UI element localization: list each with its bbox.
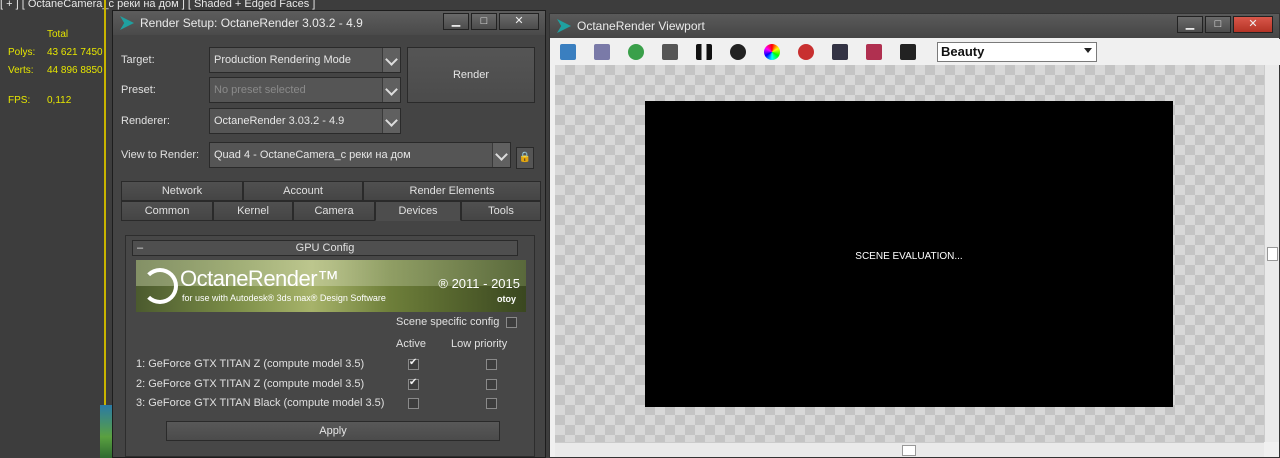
tab-network[interactable]: Network	[121, 181, 243, 201]
chevron-down-icon	[382, 48, 400, 72]
scene-specific-config-checkbox[interactable]	[506, 317, 517, 328]
minimize-button[interactable]: ▁	[1177, 16, 1203, 33]
chevron-down-icon	[492, 143, 510, 167]
chevron-down-icon	[1080, 43, 1096, 61]
apply-button[interactable]: Apply	[166, 421, 500, 441]
otoy-logo: otoy	[497, 294, 516, 304]
device-3-low-priority-checkbox[interactable]	[486, 398, 497, 409]
camera-icon[interactable]	[900, 44, 916, 60]
preset-dropdown[interactable]: No preset selected	[209, 77, 401, 103]
render-canvas[interactable]: SCENE EVALUATION...	[555, 65, 1264, 442]
octane-viewport-titlebar[interactable]: OctaneRender Viewport ▁ □ ✕	[550, 14, 1279, 38]
renderer-value: OctaneRender 3.03.2 - 4.9	[214, 115, 345, 127]
tab-tools[interactable]: Tools	[461, 201, 541, 221]
verts-value: 44 896 8850	[47, 65, 103, 76]
polys-label: Polys:	[8, 47, 36, 58]
banner-years: ® 2011 - 2015	[438, 276, 520, 291]
view-to-render-value: Quad 4 - OctaneCamera_с реки на дом	[214, 149, 411, 161]
viewport-border	[104, 0, 106, 458]
af-icon[interactable]	[730, 44, 746, 60]
gpu-config-title: GPU Config	[295, 242, 355, 254]
max-logo-icon	[120, 16, 134, 30]
pause-icon[interactable]	[696, 44, 712, 60]
octane-viewport-window: OctaneRender Viewport ▁ □ ✕ Beauty SCENE…	[549, 13, 1280, 458]
lock-icon[interactable]	[662, 44, 678, 60]
horizontal-scrollbar[interactable]	[555, 442, 1264, 457]
render-image[interactable]: SCENE EVALUATION...	[645, 101, 1173, 407]
tab-kernel[interactable]: Kernel	[213, 201, 293, 221]
collapse-icon: –	[137, 242, 144, 254]
polys-value: 43 621 7450	[47, 47, 103, 58]
chevron-down-icon	[382, 109, 400, 133]
tab-camera[interactable]: Camera	[293, 201, 375, 221]
scene-specific-config-label: Scene specific config	[396, 316, 500, 328]
view-to-render-dropdown[interactable]: Quad 4 - OctaneCamera_с реки на дом	[209, 142, 511, 168]
color-picker-icon[interactable]	[764, 44, 780, 60]
render-button[interactable]: Render	[407, 47, 535, 103]
horizontal-scroll-thumb[interactable]	[902, 445, 916, 456]
renderer-dropdown[interactable]: OctaneRender 3.03.2 - 4.9	[209, 108, 401, 134]
gpu-config-panel: – GPU Config OctaneRender™ for use with …	[125, 235, 535, 457]
lock-icon: 🔒	[518, 152, 532, 163]
device-3-label: 3: GeForce GTX TITAN Black (compute mode…	[136, 397, 385, 409]
clipboard-icon[interactable]	[594, 44, 610, 60]
view-to-render-label: View to Render:	[121, 149, 200, 161]
preset-label: Preset:	[121, 84, 156, 96]
renderer-label: Renderer:	[121, 115, 170, 127]
col-active-header: Active	[396, 338, 426, 350]
tab-account[interactable]: Account	[243, 181, 363, 201]
tab-devices[interactable]: Devices	[375, 201, 461, 221]
vertical-scroll-thumb[interactable]	[1267, 247, 1278, 261]
save-icon[interactable]	[560, 44, 576, 60]
viewport-label[interactable]: [ + ] [ OctaneCamera_с реки на дом ] [ S…	[0, 0, 315, 10]
device-3-active-checkbox[interactable]	[408, 398, 419, 409]
preset-value: No preset selected	[214, 84, 306, 96]
stats-total-label: Total	[47, 29, 69, 40]
device-2-low-priority-checkbox[interactable]	[486, 379, 497, 390]
fps-label: FPS:	[8, 95, 31, 106]
maximize-button[interactable]: □	[471, 13, 497, 30]
viewport-toolbar: Beauty	[550, 39, 1280, 65]
vertical-scrollbar[interactable]	[1264, 65, 1279, 442]
device-1-active-checkbox[interactable]	[408, 357, 419, 370]
render-setup-titlebar[interactable]: Render Setup: OctaneRender 3.03.2 - 4.9 …	[113, 11, 545, 35]
lock-view-button[interactable]: 🔒	[516, 147, 534, 169]
target-label: Target:	[121, 54, 155, 66]
tab-common[interactable]: Common	[121, 201, 213, 221]
octane-banner: OctaneRender™ for use with Autodesk® 3ds…	[136, 260, 526, 312]
chevron-down-icon	[382, 78, 400, 102]
render-setup-window: Render Setup: OctaneRender 3.03.2 - 4.9 …	[112, 10, 546, 458]
verts-label: Verts:	[8, 65, 34, 76]
device-1-label: 1: GeForce GTX TITAN Z (compute model 3.…	[136, 358, 365, 370]
tab-render-elements[interactable]: Render Elements	[363, 181, 541, 201]
gpu-config-rollout-header[interactable]: – GPU Config	[132, 240, 518, 256]
render-setup-body: Target: Production Rendering Mode Preset…	[117, 37, 541, 457]
viewport-stats: Total Polys: 43 621 7450 Verts: 44 896 8…	[8, 26, 107, 110]
target-dropdown[interactable]: Production Rendering Mode	[209, 47, 401, 73]
banner-subtitle: for use with Autodesk® 3ds max® Design S…	[182, 293, 386, 303]
octane-viewport-title: OctaneRender Viewport	[577, 19, 705, 33]
status-message: SCENE EVALUATION...	[855, 251, 963, 262]
render-pass-dropdown[interactable]: Beauty	[937, 42, 1097, 62]
scene-preview	[100, 405, 112, 458]
calendar-icon[interactable]	[866, 44, 882, 60]
render-setup-title: Render Setup: OctaneRender 3.03.2 - 4.9	[140, 16, 363, 30]
maximize-button[interactable]: □	[1205, 16, 1231, 33]
max-logo-icon	[557, 19, 571, 33]
device-2-label: 2: GeForce GTX TITAN Z (compute model 3.…	[136, 378, 365, 390]
close-button[interactable]: ✕	[1233, 16, 1273, 33]
fps-value: 0,112	[47, 95, 72, 106]
device-1-low-priority-checkbox[interactable]	[486, 359, 497, 370]
device-2-active-checkbox[interactable]	[408, 377, 419, 390]
octane-logo-icon	[142, 268, 178, 304]
region-icon[interactable]	[798, 44, 814, 60]
render-pass-value: Beauty	[941, 44, 985, 59]
film-icon[interactable]	[832, 44, 848, 60]
close-button[interactable]: ✕	[499, 13, 539, 30]
banner-title: OctaneRender™	[180, 266, 339, 291]
col-low-priority-header: Low priority	[451, 338, 508, 350]
target-value: Production Rendering Mode	[214, 54, 351, 66]
minimize-button[interactable]: ▁	[443, 13, 469, 30]
refresh-icon[interactable]	[628, 44, 644, 60]
